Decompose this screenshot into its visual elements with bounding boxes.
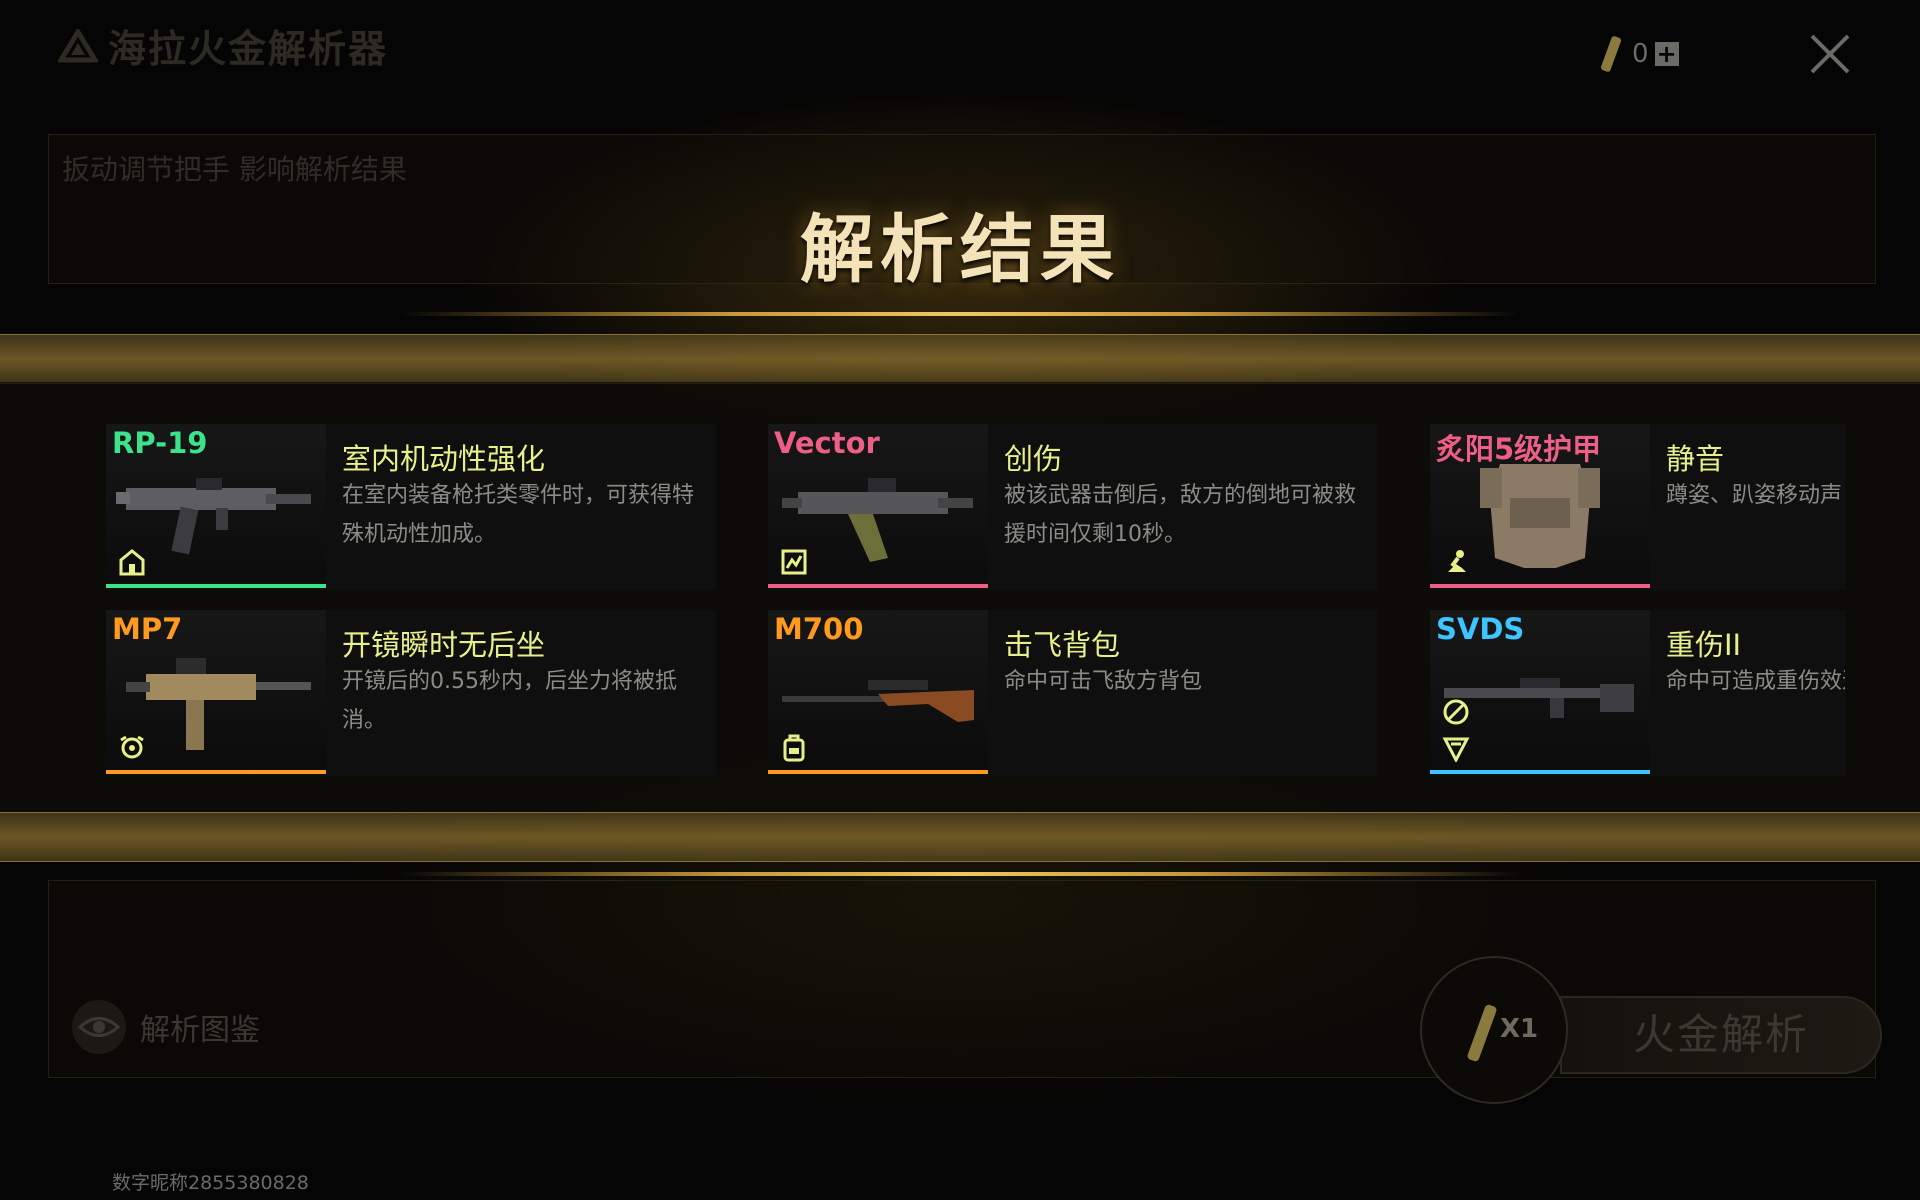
decor-band-bottom (0, 812, 1920, 862)
logo-icon (58, 28, 98, 62)
app-title: 海拉火金解析器 (58, 18, 388, 73)
analyzer-screen: 海拉火金解析器 0 + 扳动调节把手 影响解析结果 解析结果 RP-19 室内机… (0, 0, 1920, 1200)
perk-description: 开镜后的0.55秒内，后坐力将被抵消。 (342, 669, 677, 733)
perk-description: 命中可击飞敌方背包 (1004, 669, 1203, 694)
result-card-svds[interactable]: SVDS 重伤II 命中可造成重伤效速度减慢80%。 (1430, 610, 1845, 776)
perk-description: 被该武器击倒后，敌方的倒地可被救援时间仅剩10秒。 (1004, 483, 1357, 547)
target-icon (1443, 699, 1469, 725)
user-id-tag: 数字昵称2855380828 (112, 1172, 309, 1194)
perk-description: 命中可造成重伤效速度减慢80%。 (1666, 669, 1845, 694)
item-name: 炙阳5级护甲 (1436, 432, 1602, 466)
smg-image (126, 658, 311, 750)
perk-description: 蹲姿、趴姿移动声 (1666, 483, 1843, 508)
result-title: 解析结果 (800, 207, 1120, 293)
perk-title: 重伤II (1666, 628, 1742, 662)
result-card-rp19[interactable]: RP-19 室内机动性强化 在室内装备枪托类零件时，可获得特殊机动性加成。 (106, 424, 716, 590)
result-card-vector[interactable]: Vector 创伤 被该武器击倒后，敌方的倒地可被救援时间仅剩10秒。 (768, 424, 1378, 590)
item-name: M700 (774, 612, 864, 646)
perk-title: 室内机动性强化 (342, 442, 546, 476)
backpack-icon (783, 734, 805, 762)
trauma-icon (781, 549, 807, 575)
rifle-image (782, 680, 974, 722)
decor-line-top (400, 312, 1520, 316)
cost-label: X1 (1500, 1014, 1539, 1044)
result-card-m700[interactable]: M700 击飞背包 命中可击飞敌方背包 (768, 610, 1378, 776)
analyze-button[interactable]: 火金解析 (1560, 996, 1882, 1074)
perk-title: 击飞背包 (1004, 628, 1121, 662)
codex-label: 解析图鉴 (140, 1013, 260, 1048)
item-name: Vector (774, 426, 880, 460)
result-card-armor[interactable]: 炙阳5级护甲 静音 蹲姿、趴姿移动声 (1430, 424, 1845, 590)
decor-line-bottom (400, 872, 1520, 876)
item-name: SVDS (1436, 612, 1525, 646)
crouch-icon (1448, 550, 1466, 572)
rifle-image (1444, 678, 1634, 718)
perk-title: 创伤 (1004, 442, 1063, 476)
armor-vest-image (1480, 464, 1600, 568)
wound-icon (1442, 737, 1470, 762)
smg-image (116, 478, 311, 555)
result-card-mp7[interactable]: MP7 开镜瞬时无后坐 开镜后的0.55秒内，后坐力将被抵消。 (106, 610, 716, 776)
item-name: RP-19 (112, 426, 208, 460)
currency-display: 0 + (1596, 34, 1679, 74)
codex-button[interactable]: 解析图鉴 (70, 998, 260, 1056)
perk-title: 开镜瞬时无后坐 (342, 628, 546, 662)
building-icon (119, 549, 145, 576)
item-name: MP7 (112, 612, 183, 646)
currency-count: 0 (1632, 39, 1649, 69)
app-title-text: 海拉火金解析器 (108, 27, 389, 71)
decor-band-top (0, 334, 1920, 384)
recoil-icon (120, 735, 144, 759)
add-currency-button[interactable]: + (1654, 42, 1679, 66)
gold-cartridge-icon (1467, 1004, 1497, 1062)
perk-description: 在室内装备枪托类零件时，可获得特殊机动性加成。 (342, 483, 695, 547)
gold-cartridge-icon (1600, 36, 1622, 72)
smg-image (782, 478, 973, 562)
perk-title: 静音 (1666, 442, 1725, 476)
close-icon[interactable] (1800, 24, 1860, 84)
eye-icon (72, 1000, 126, 1054)
analyze-control: 火金解析 X1 (1420, 956, 1882, 1106)
hint-text: 扳动调节把手 影响解析结果 (62, 153, 407, 186)
